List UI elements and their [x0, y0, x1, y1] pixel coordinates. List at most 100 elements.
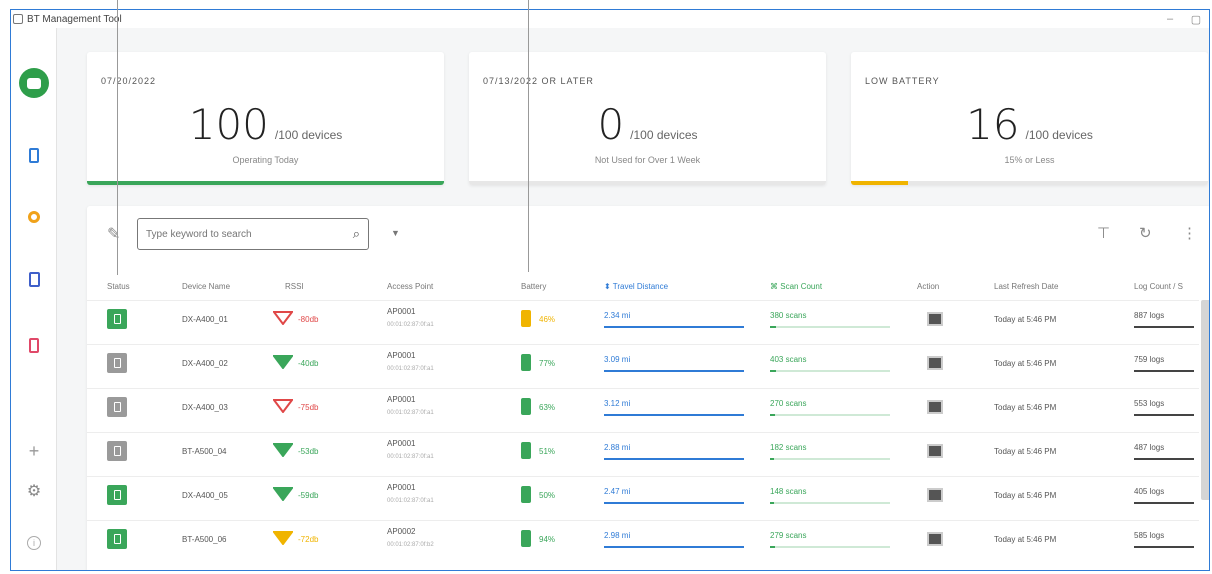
scan-count-link[interactable]: 380 scans: [770, 311, 806, 320]
col-header-device-name[interactable]: Device Name: [182, 282, 230, 291]
access-point: AP0001: [387, 439, 416, 448]
circle-icon[interactable]: [11, 202, 57, 232]
search-icon[interactable]: ⌕: [353, 226, 360, 242]
scan-count-link[interactable]: 279 scans: [770, 531, 806, 540]
card-value: 16: [966, 100, 1020, 149]
pencil-icon[interactable]: ✎: [107, 224, 120, 244]
travel-distance-link[interactable]: 2.88 mi: [604, 443, 630, 452]
col-header-scan-count[interactable]: ⌘ Scan Count: [770, 282, 822, 291]
table-row[interactable]: DX-A400_01 -80db AP0001 00:01:02:87:0f:a…: [87, 300, 1199, 337]
scan-count-bar: [770, 458, 774, 460]
chevron-down-icon[interactable]: ▼: [391, 228, 400, 238]
travel-distance-bar: [604, 370, 744, 372]
mobile-icon[interactable]: [11, 330, 57, 360]
travel-distance-link[interactable]: 3.12 mi: [604, 399, 630, 408]
search-box[interactable]: ⌕: [137, 218, 369, 250]
last-refresh-date: Today at 5:46 PM: [994, 403, 1057, 412]
logo-icon[interactable]: [19, 68, 49, 98]
travel-distance-link[interactable]: 2.47 mi: [604, 487, 630, 496]
col-header-battery[interactable]: Battery: [521, 282, 546, 291]
last-refresh-date: Today at 5:46 PM: [994, 359, 1057, 368]
card-value: 0: [597, 100, 625, 149]
table-row[interactable]: DX-A400_02 -40db AP0001 00:01:02:87:0f:a…: [87, 344, 1199, 381]
log-count-bar: [1134, 370, 1194, 372]
travel-distance-bar: [604, 458, 744, 460]
mac-address: 00:01:02:87:0f:a1: [387, 322, 434, 328]
col-header-last-refresh[interactable]: Last Refresh Date: [994, 282, 1058, 291]
rssi-value: -59db: [298, 491, 319, 500]
col-header-rssi[interactable]: RSSI: [285, 282, 304, 291]
battery-icon: [521, 486, 531, 503]
window-title: BT Management Tool: [27, 13, 122, 25]
device-name: BT-A500_04: [182, 447, 227, 456]
wifi-icon: [273, 399, 293, 413]
col-header-status[interactable]: Status: [107, 282, 130, 291]
last-refresh-date: Today at 5:46 PM: [994, 491, 1057, 500]
maximize-button[interactable]: ▢: [1183, 13, 1209, 26]
card-title: 07/13/2022 OR LATER: [483, 76, 594, 86]
scan-count-link[interactable]: 403 scans: [770, 355, 806, 364]
scan-count-link[interactable]: 148 scans: [770, 487, 806, 496]
travel-distance-bar: [604, 502, 744, 504]
travel-distance-link[interactable]: 2.34 mi: [604, 311, 630, 320]
col-header-log-count[interactable]: Log Count / S: [1134, 282, 1183, 291]
wifi-icon: [273, 531, 293, 545]
more-options-icon[interactable]: ⋮: [1182, 224, 1197, 242]
vertical-scrollbar[interactable]: [1201, 300, 1209, 500]
scan-count-link[interactable]: 270 scans: [770, 399, 806, 408]
search-input[interactable]: [146, 228, 353, 240]
action-icon[interactable]: [927, 356, 943, 370]
last-refresh-date: Today at 5:46 PM: [994, 315, 1057, 324]
scan-count-link[interactable]: 182 scans: [770, 443, 806, 452]
info-icon[interactable]: i: [11, 528, 57, 558]
access-point: AP0001: [387, 307, 416, 316]
status-icon: [107, 353, 127, 373]
table-row[interactable]: BT-A500_06 -72db AP0002 00:01:02:87:0f:b…: [87, 520, 1199, 557]
device-name: BT-A500_06: [182, 535, 227, 544]
minimize-button[interactable]: –: [1157, 13, 1183, 25]
log-count-link[interactable]: 585 logs: [1134, 531, 1164, 540]
action-icon[interactable]: [927, 444, 943, 458]
action-icon[interactable]: [927, 312, 943, 326]
refresh-icon[interactable]: ↻: [1139, 224, 1152, 242]
battery-icon: [521, 354, 531, 371]
action-icon[interactable]: [927, 400, 943, 414]
title-bar: BT Management Tool – ▢: [11, 10, 1209, 28]
table-row[interactable]: BT-A500_04 -53db AP0001 00:01:02:87:0f:a…: [87, 432, 1199, 469]
log-count-link[interactable]: 487 logs: [1134, 443, 1164, 452]
log-count-link[interactable]: 553 logs: [1134, 399, 1164, 408]
summary-card[interactable]: 07/20/2022 100/100 devices Operating Tod…: [87, 52, 444, 185]
rssi-value: -72db: [298, 535, 319, 544]
rssi-value: -75db: [298, 403, 319, 412]
col-header-access-point[interactable]: Access Point: [387, 282, 433, 291]
col-header-travel-distance[interactable]: ⬍ Travel Distance: [604, 282, 668, 291]
table-toolbar: ✎ ⌕ ▼ ⊤ ↻ ⋮: [87, 206, 1209, 260]
table-row[interactable]: DX-A400_05 -59db AP0001 00:01:02:87:0f:a…: [87, 476, 1199, 513]
action-icon[interactable]: [927, 488, 943, 502]
table-row[interactable]: DX-A400_03 -75db AP0001 00:01:02:87:0f:a…: [87, 388, 1199, 425]
access-point: AP0001: [387, 483, 416, 492]
travel-distance-link[interactable]: 2.98 mi: [604, 531, 630, 540]
tablet-icon[interactable]: [11, 264, 57, 294]
summary-card[interactable]: 07/13/2022 OR LATER 0/100 devices Not Us…: [469, 52, 826, 185]
card-progress-bar: [87, 181, 444, 185]
gear-icon[interactable]: ⚙: [11, 476, 57, 506]
log-count-link[interactable]: 759 logs: [1134, 355, 1164, 364]
travel-distance-bar: [604, 326, 744, 328]
filter-icon[interactable]: ⊤: [1097, 224, 1110, 242]
scan-count-bar: [770, 414, 775, 416]
status-icon: [107, 529, 127, 549]
col-header-action[interactable]: Action: [917, 282, 939, 291]
log-count-link[interactable]: 887 logs: [1134, 311, 1164, 320]
travel-distance-link[interactable]: 3.09 mi: [604, 355, 630, 364]
access-point: AP0001: [387, 395, 416, 404]
card-subtitle: Operating Today: [232, 155, 299, 165]
log-count-bar: [1134, 458, 1194, 460]
device-icon[interactable]: [11, 140, 57, 170]
scan-count-track: [770, 458, 890, 460]
log-count-link[interactable]: 405 logs: [1134, 487, 1164, 496]
summary-card[interactable]: LOW BATTERY 16/100 devices 15% or Less: [851, 52, 1208, 185]
action-icon[interactable]: [927, 532, 943, 546]
plus-icon[interactable]: +: [11, 436, 57, 466]
mac-address: 00:01:02:87:0f:b2: [387, 542, 434, 548]
